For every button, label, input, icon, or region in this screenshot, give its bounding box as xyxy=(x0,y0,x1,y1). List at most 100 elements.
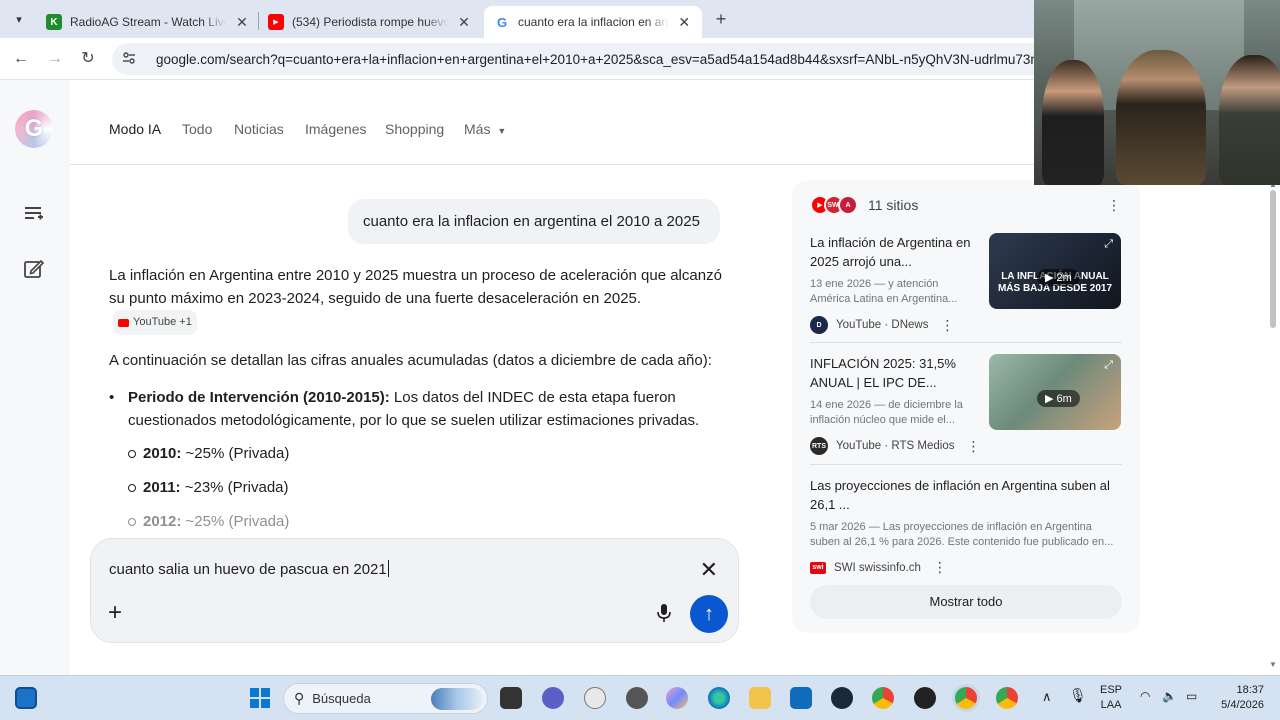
windows-start-icon[interactable] xyxy=(249,687,271,709)
source-card[interactable]: Las proyecciones de inflación en Argenti… xyxy=(810,476,1122,576)
rts-avatar-icon: RTS xyxy=(810,437,828,455)
close-tab-icon[interactable]: ✕ xyxy=(456,14,472,31)
tab-title: RadioAG Stream - Watch Live o xyxy=(70,15,226,29)
sources-count: 11 sitios xyxy=(868,197,919,213)
chrome-active-icon[interactable] xyxy=(955,687,977,709)
settings-icon[interactable] xyxy=(626,687,648,709)
show-all-button[interactable]: Mostrar todo xyxy=(810,585,1122,619)
history-list-icon[interactable] xyxy=(22,202,46,226)
reload-icon[interactable]: ↻ xyxy=(77,48,99,70)
tab-shopping[interactable]: Shopping xyxy=(385,121,444,137)
more-options-icon[interactable]: ⋮ xyxy=(940,317,954,334)
browser-tab[interactable]: ▶ (534) Periodista rompe huevo d ✕ xyxy=(258,6,482,38)
sources-header[interactable]: ▶ SWI A 11 sitios xyxy=(810,195,918,215)
tab-modo-ia[interactable]: Modo IA xyxy=(109,121,161,137)
expand-icon: ⤢ xyxy=(1104,238,1113,250)
add-attachment-icon[interactable]: + xyxy=(108,601,122,625)
close-tab-icon[interactable]: ✕ xyxy=(677,14,692,31)
file-explorer-icon[interactable] xyxy=(749,687,771,709)
expand-icon: ⤢ xyxy=(1104,359,1113,371)
google-ai-logo[interactable]: G xyxy=(15,110,53,148)
scroll-down-arrow-icon[interactable]: ▼ xyxy=(1269,660,1277,669)
arrow-up-icon: ↑ xyxy=(704,603,714,625)
search-icon: ⚲ xyxy=(294,690,305,706)
video-duration-value: 6m xyxy=(1056,393,1072,405)
news-source-icon: A xyxy=(838,195,858,215)
sources-panel: ▶ SWI A 11 sitios ⋮ La inflación de Arge… xyxy=(792,180,1140,633)
new-tab-button[interactable]: + xyxy=(710,8,732,30)
source-card-site: swi SWI swissinfo.ch ⋮ xyxy=(810,559,1122,576)
clock-date: 5/4/2026 xyxy=(1221,699,1264,711)
radioag-favicon-icon: K xyxy=(46,14,62,30)
source-chip[interactable]: YouTube +1 xyxy=(113,310,197,335)
clear-input-icon[interactable]: ✕ xyxy=(700,557,718,583)
webcam-person xyxy=(1116,50,1206,185)
video-thumbnail[interactable]: ▶ 6m ⤢ xyxy=(989,354,1121,430)
more-options-icon[interactable]: ⋮ xyxy=(1107,198,1121,212)
tray-overflow-chevron-icon[interactable]: ∧ xyxy=(1042,689,1052,704)
sub-list-item: 2012: ~25% (Privada) xyxy=(109,510,729,533)
dnews-avatar-icon: D xyxy=(810,316,828,334)
battery-icon[interactable]: ▭ xyxy=(1186,689,1197,704)
steam-icon[interactable] xyxy=(831,687,853,709)
wifi-icon[interactable]: ◠ xyxy=(1140,689,1150,704)
page-scrollbar[interactable]: ▲ ▼ xyxy=(1268,180,1278,670)
source-card-snippet: 5 mar 2026 — Las proyecciones de inflaci… xyxy=(810,521,1114,548)
send-button[interactable]: ↑ xyxy=(690,595,728,633)
ask-input-box[interactable]: cuanto salia un huevo de pascua en 2021 … xyxy=(90,538,739,643)
more-options-icon[interactable]: ⋮ xyxy=(966,438,980,455)
clock[interactable]: 18:37 5/4/2026 xyxy=(1214,683,1264,713)
chrome-icon[interactable] xyxy=(872,687,894,709)
close-tab-icon[interactable]: ✕ xyxy=(234,14,250,31)
tab-search-menu-button[interactable]: ▾ xyxy=(8,8,30,30)
source-card-site: D YouTube · DNews ⋮ xyxy=(810,316,1122,334)
back-arrow-icon[interactable]: ← xyxy=(10,48,32,70)
chrome-profile-icon[interactable] xyxy=(996,687,1018,709)
volume-icon[interactable]: 🔈 xyxy=(1162,689,1177,704)
tab-mas[interactable]: Más ▼ xyxy=(464,121,506,137)
swi-logo-icon: swi xyxy=(810,561,826,574)
taskbar-search-placeholder: Búsqueda xyxy=(312,691,371,706)
browser-tab[interactable]: K RadioAG Stream - Watch Live o ✕ xyxy=(36,6,260,38)
list-item: Periodo de Intervención (2010-2015): Los… xyxy=(109,386,729,432)
taskbar-search[interactable]: ⚲ Búsqueda xyxy=(283,683,488,714)
tray-microphone-icon[interactable]: 🎙 xyxy=(1069,688,1087,703)
task-view-icon[interactable] xyxy=(500,687,522,709)
obs-icon[interactable] xyxy=(914,687,936,709)
outlook-icon[interactable] xyxy=(790,687,812,709)
widgets-icon[interactable] xyxy=(15,687,37,709)
ask-input-field[interactable]: cuanto salia un huevo de pascua en 2021 xyxy=(109,560,389,578)
app-icon[interactable] xyxy=(584,687,606,709)
copilot-icon[interactable] xyxy=(666,687,688,709)
language-indicator[interactable]: ESP LAA xyxy=(1100,683,1122,713)
source-card[interactable]: La inflación de Argentina en 2025 arrojó… xyxy=(810,233,1122,334)
chevron-down-icon: ▼ xyxy=(497,126,507,136)
tab-todo[interactable]: Todo xyxy=(182,121,212,137)
year-value: ~25% (Privada) xyxy=(181,445,290,462)
microphone-icon[interactable] xyxy=(655,603,673,623)
video-duration: ▶ 2m xyxy=(1037,269,1080,286)
webcam-person xyxy=(1042,60,1104,185)
scroll-thumb[interactable] xyxy=(1270,190,1276,328)
video-thumbnail[interactable]: LA INFLACIÓN ANUAL MÁS BAJA DESDE 2017 ▶… xyxy=(989,233,1121,309)
source-card-snippet: 13 ene 2026 — y atención América Latina … xyxy=(810,278,958,305)
text-caret xyxy=(387,560,389,577)
tab-mas-label: Más xyxy=(464,121,491,137)
browser-tab-active[interactable]: G cuanto era la inflacion en argen ✕ xyxy=(484,6,702,38)
new-chat-edit-icon[interactable] xyxy=(22,257,46,281)
forward-arrow-icon[interactable]: → xyxy=(44,48,66,70)
source-site-name: YouTube · DNews xyxy=(836,319,929,331)
teams-icon[interactable] xyxy=(542,687,564,709)
source-card-snippet: 14 ene 2026 — de diciembre la inflación … xyxy=(810,399,963,426)
site-info-icon[interactable] xyxy=(122,51,140,68)
edge-icon[interactable] xyxy=(708,687,730,709)
bullet-title: Periodo de Intervención (2010-2015): xyxy=(128,389,390,406)
year-label: 2012: xyxy=(143,513,182,530)
tab-imagenes[interactable]: Imágenes xyxy=(305,121,366,137)
source-card[interactable]: INFLACIÓN 2025: 31,5% ANUAL | EL IPC DE.… xyxy=(810,354,1122,455)
tab-noticias[interactable]: Noticias xyxy=(234,121,284,137)
more-options-icon[interactable]: ⋮ xyxy=(933,559,947,576)
source-site-name: SWI swissinfo.ch xyxy=(834,561,921,574)
year-label: 2011: xyxy=(143,479,181,496)
source-card-title: Las proyecciones de inflación en Argenti… xyxy=(810,478,1110,512)
